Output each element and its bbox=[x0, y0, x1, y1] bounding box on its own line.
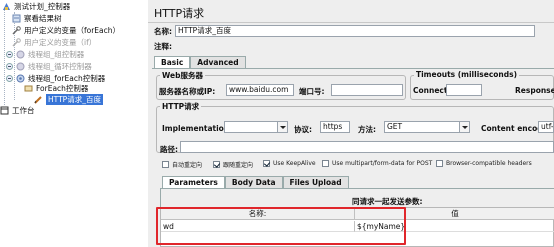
comment-label: 注释: bbox=[154, 42, 172, 51]
checkbox-box[interactable] bbox=[436, 160, 443, 167]
path-input[interactable] bbox=[180, 141, 554, 153]
checkbox-box[interactable] bbox=[263, 160, 270, 167]
wrench-icon bbox=[12, 37, 21, 47]
tree-item-label: ForEach控制器 bbox=[36, 83, 89, 93]
param-tabs: Parameters Body Data Files Upload bbox=[162, 176, 349, 188]
tree-item-label: 测试计划_控制器 bbox=[14, 1, 71, 11]
protocol-input[interactable]: https bbox=[320, 121, 350, 133]
tree-item-thread-group-loop[interactable]: 线程组_循环控制器 bbox=[6, 60, 92, 72]
response-label: Response: bbox=[515, 86, 554, 95]
expand-toggle-icon[interactable] bbox=[6, 62, 13, 70]
name-label: 名称: bbox=[154, 26, 172, 36]
server-input[interactable]: www.baidu.com bbox=[226, 84, 294, 96]
workbench-icon bbox=[0, 106, 9, 115]
keepalive-checkbox[interactable]: Use KeepAlive bbox=[263, 160, 316, 167]
connect-input[interactable] bbox=[446, 84, 482, 96]
tab-files-upload[interactable]: Files Upload bbox=[282, 176, 349, 188]
tree-item-thread-group-group[interactable]: 线程组_组控制器 bbox=[6, 48, 84, 60]
http-request-panel: HTTP请求 名称: HTTP请求_百度 注释: Basic Advanced … bbox=[148, 0, 554, 247]
chevron-down-icon[interactable] bbox=[459, 122, 469, 132]
listener-icon bbox=[12, 14, 21, 23]
web-server-title: Web服务器 bbox=[160, 70, 205, 81]
tree-item-label: 用户定义的变量（forEach） bbox=[24, 25, 121, 35]
checkbox-label: 自动重定向 bbox=[172, 162, 203, 169]
thread-group-icon bbox=[16, 50, 25, 59]
divider bbox=[148, 22, 554, 23]
tree-item-label: HTTP请求_百度 bbox=[46, 93, 103, 105]
tree-item-http-request-baidu[interactable]: HTTP请求_百度 bbox=[34, 93, 103, 105]
timeouts-title: Timeouts (milliseconds) bbox=[414, 70, 520, 79]
protocol-label: 协议: bbox=[294, 125, 312, 134]
highlight-annotation bbox=[156, 207, 406, 245]
tree-item-user-vars-if[interactable]: 用户定义的变量（if） bbox=[12, 36, 96, 48]
checkbox-label: Browser-compatible headers bbox=[446, 160, 532, 167]
tree-item-label: 用户定义的变量（if） bbox=[24, 37, 97, 47]
checkbox-box[interactable] bbox=[322, 160, 329, 167]
page-title: HTTP请求 bbox=[154, 7, 205, 20]
tree-item-label: 线程组_循环控制器 bbox=[28, 61, 92, 71]
name-row: 名称: HTTP请求_百度 bbox=[154, 25, 535, 37]
auto-redirect-checkbox[interactable]: 自动重定向 bbox=[162, 160, 202, 169]
tree-item-label: 线程组_组控制器 bbox=[28, 49, 85, 59]
follow-redirect-checkbox[interactable]: 跟随重定向 bbox=[213, 160, 253, 169]
name-input[interactable]: HTTP请求_百度 bbox=[175, 25, 535, 37]
expand-toggle-icon[interactable] bbox=[6, 50, 13, 58]
encoding-input[interactable]: utf- bbox=[538, 121, 554, 133]
pencil-icon bbox=[34, 95, 43, 104]
checkbox-label: Use KeepAlive bbox=[273, 160, 316, 167]
chevron-down-icon[interactable] bbox=[277, 122, 287, 132]
checkbox-label: Use multipart/form-data for POST bbox=[332, 160, 433, 167]
params-caption: 同请求一起发送参数: bbox=[352, 197, 423, 206]
multipart-checkbox[interactable]: Use multipart/form-data for POST bbox=[322, 160, 432, 167]
controller-icon bbox=[24, 84, 33, 93]
tab-advanced[interactable]: Advanced bbox=[190, 56, 246, 68]
tree-item-label: 工作台 bbox=[12, 105, 35, 115]
tree-item-view-results[interactable]: 察看结果树 bbox=[12, 12, 62, 24]
tab-parameters[interactable]: Parameters bbox=[162, 176, 225, 188]
method-label: 方法: bbox=[358, 125, 376, 134]
tab-body-data[interactable]: Body Data bbox=[224, 176, 283, 188]
implementation-label: Implementation: bbox=[162, 124, 233, 133]
tree-item-label: 察看结果树 bbox=[24, 13, 62, 23]
main-tabs: Basic Advanced bbox=[154, 56, 246, 68]
wrench-icon bbox=[12, 25, 21, 35]
method-select[interactable]: GET bbox=[384, 121, 470, 133]
browser-headers-checkbox[interactable]: Browser-compatible headers bbox=[436, 160, 532, 167]
checkbox-label: 跟随重定向 bbox=[223, 162, 254, 169]
tree-item-workbench[interactable]: 工作台 bbox=[0, 104, 35, 116]
connect-label: Connect: bbox=[413, 86, 451, 95]
path-label: 路径: bbox=[160, 145, 178, 154]
tree-item-user-vars-foreach[interactable]: 用户定义的变量（forEach） bbox=[12, 24, 120, 36]
port-input[interactable] bbox=[331, 84, 403, 96]
checkbox-box[interactable] bbox=[213, 161, 220, 168]
comment-row: 注释: bbox=[154, 41, 172, 52]
tree-item-test-plan[interactable]: 测试计划_控制器 bbox=[2, 0, 70, 12]
http-request-title: HTTP请求 bbox=[160, 101, 202, 112]
server-label: 服务器名称或IP: bbox=[159, 87, 216, 96]
test-plan-tree: 测试计划_控制器 察看结果树 用户定义的变量（forEach） 用户定义的变量（… bbox=[0, 0, 148, 247]
checkbox-box[interactable] bbox=[162, 161, 169, 168]
tab-basic[interactable]: Basic bbox=[154, 56, 191, 68]
thread-group-icon bbox=[16, 62, 25, 71]
port-label: 端口号: bbox=[299, 87, 325, 96]
test-plan-icon bbox=[2, 2, 11, 11]
expand-toggle-icon[interactable] bbox=[6, 74, 13, 82]
